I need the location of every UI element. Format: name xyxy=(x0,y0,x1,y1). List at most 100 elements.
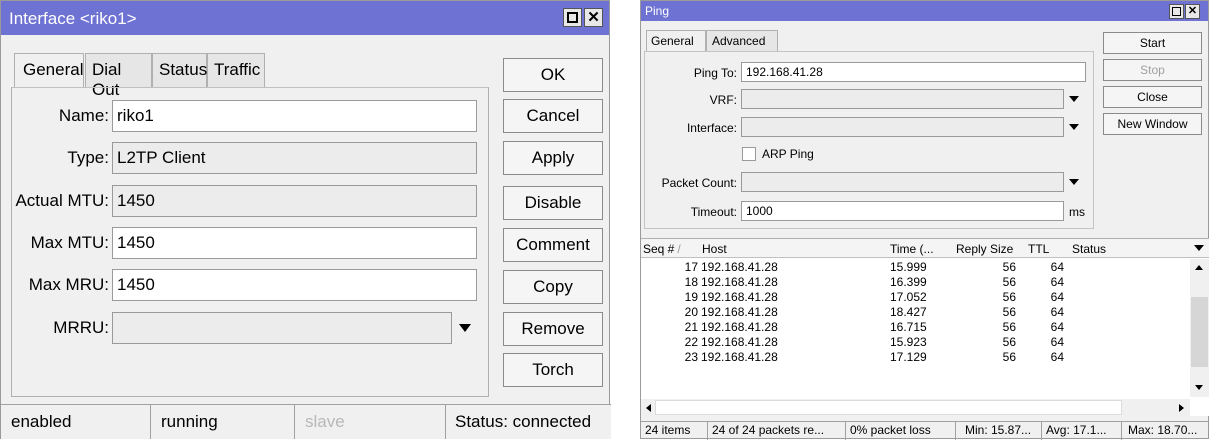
table-row[interactable]: 22 192.168.41.28 15.923 56 64 xyxy=(641,335,1190,350)
vrf-label: VRF: xyxy=(709,93,737,107)
arp-ping-label: ARP Ping xyxy=(762,147,814,161)
chevron-down-icon[interactable] xyxy=(1069,96,1079,102)
cell-ttl: 64 xyxy=(1050,290,1064,304)
col-reply-size[interactable]: Reply Size xyxy=(956,242,1013,256)
timeout-field[interactable]: 1000 xyxy=(741,201,1064,221)
ok-button[interactable]: OK xyxy=(503,58,603,92)
chevron-down-icon[interactable] xyxy=(459,324,471,332)
max-mtu-field[interactable]: 1450 xyxy=(112,227,477,259)
cell-host: 192.168.41.28 xyxy=(701,260,778,274)
name-label: Name: xyxy=(58,106,109,125)
cell-seq: 19 xyxy=(684,290,698,304)
interface-label: Interface: xyxy=(686,121,737,135)
close-icon[interactable]: ✕ xyxy=(1185,4,1200,19)
col-ttl[interactable]: TTL xyxy=(1028,242,1049,256)
tab-status[interactable]: Status xyxy=(152,53,207,87)
col-seq[interactable]: Seq # / xyxy=(643,242,681,256)
new-window-button[interactable]: New Window xyxy=(1103,113,1202,135)
col-time[interactable]: Time (... xyxy=(890,242,934,256)
table-row[interactable]: 21 192.168.41.28 16.715 56 64 xyxy=(641,320,1190,335)
type-field: L2TP Client xyxy=(112,142,477,174)
chevron-down-icon[interactable] xyxy=(1194,245,1204,251)
chevron-down-icon[interactable] xyxy=(1069,124,1079,130)
table-row[interactable]: 20 192.168.41.28 18.427 56 64 xyxy=(641,305,1190,320)
type-label: Type: xyxy=(67,148,109,167)
table-row[interactable]: 18 192.168.41.28 16.399 56 64 xyxy=(641,275,1190,290)
status-enabled: enabled xyxy=(1,405,151,439)
interface-titlebar[interactable]: Interface <riko1> ✕ xyxy=(1,1,609,35)
maximize-icon[interactable] xyxy=(563,8,582,27)
cell-time: 17.052 xyxy=(890,290,927,304)
copy-button[interactable]: Copy xyxy=(503,270,603,304)
status-loss: 0% packet loss xyxy=(846,422,956,440)
cell-time: 16.399 xyxy=(890,275,927,289)
cell-size: 56 xyxy=(1002,320,1016,334)
cell-seq: 21 xyxy=(684,320,698,334)
vrf-dropdown[interactable] xyxy=(741,89,1064,109)
window-title: Interface <riko1> xyxy=(9,9,137,28)
scroll-right-icon[interactable] xyxy=(1179,404,1184,412)
cell-seq: 18 xyxy=(684,275,698,289)
cell-host: 192.168.41.28 xyxy=(701,320,778,334)
start-button[interactable]: Start xyxy=(1103,32,1202,54)
close-button[interactable]: Close xyxy=(1103,86,1202,108)
cell-host: 192.168.41.28 xyxy=(701,275,778,289)
status-items: 24 items xyxy=(641,422,708,440)
status-bar: enabled running slave Status: connected xyxy=(1,404,611,439)
maximize-icon[interactable] xyxy=(1169,4,1184,19)
disable-button[interactable]: Disable xyxy=(503,186,603,220)
actual-mtu-field: 1450 xyxy=(112,185,477,217)
cell-seq: 23 xyxy=(684,350,698,364)
cancel-button[interactable]: Cancel xyxy=(503,99,603,133)
max-mtu-label: Max MTU: xyxy=(30,233,109,252)
scroll-left-icon[interactable] xyxy=(646,404,651,412)
packet-count-dropdown[interactable] xyxy=(741,172,1064,192)
col-status[interactable]: Status xyxy=(1072,242,1106,256)
scroll-thumb-h[interactable] xyxy=(655,400,1122,415)
cell-size: 56 xyxy=(1002,335,1016,349)
close-icon[interactable]: ✕ xyxy=(584,8,603,27)
name-field[interactable]: riko1 xyxy=(112,100,477,132)
ping-to-field[interactable]: 192.168.41.28 xyxy=(741,62,1086,82)
ping-titlebar[interactable]: Ping ✕ xyxy=(641,1,1208,21)
scroll-up-icon[interactable] xyxy=(1195,265,1203,270)
apply-button[interactable]: Apply xyxy=(503,141,603,175)
status-bar: 24 items 24 of 24 packets re... 0% packe… xyxy=(641,421,1209,440)
cell-size: 56 xyxy=(1002,350,1016,364)
table-row[interactable]: 17 192.168.41.28 15.999 56 64 xyxy=(641,260,1190,275)
comment-button[interactable]: Comment xyxy=(503,228,603,262)
horizontal-scrollbar[interactable] xyxy=(641,399,1190,416)
vertical-scrollbar[interactable] xyxy=(1190,259,1209,397)
cell-ttl: 64 xyxy=(1050,320,1064,334)
status-slave: slave xyxy=(295,405,446,439)
cell-ttl: 64 xyxy=(1050,335,1064,349)
table-row[interactable]: 23 192.168.41.28 17.129 56 64 xyxy=(641,350,1190,365)
status-avg: Avg: 17.1... xyxy=(1042,422,1122,440)
ping-window: Ping ✕ General Advanced Ping To: 192.168… xyxy=(640,0,1209,440)
cell-size: 56 xyxy=(1002,260,1016,274)
cell-seq: 17 xyxy=(684,260,698,274)
tab-dial-out[interactable]: Dial Out xyxy=(85,53,152,99)
remove-button[interactable]: Remove xyxy=(503,312,603,346)
mrru-dropdown[interactable] xyxy=(112,312,452,344)
tab-general[interactable]: General xyxy=(646,30,706,51)
tab-traffic[interactable]: Traffic xyxy=(207,53,265,87)
actual-mtu-label: Actual MTU: xyxy=(15,191,109,210)
timeout-unit: ms xyxy=(1069,205,1085,219)
interface-dropdown[interactable] xyxy=(741,117,1064,137)
torch-button[interactable]: Torch xyxy=(503,353,603,387)
chevron-down-icon[interactable] xyxy=(1069,179,1079,185)
status-connected: Status: connected xyxy=(455,412,592,431)
scroll-thumb[interactable] xyxy=(1191,297,1208,367)
max-mru-field[interactable]: 1450 xyxy=(112,269,477,301)
cell-host: 192.168.41.28 xyxy=(701,350,778,364)
col-host[interactable]: Host xyxy=(702,242,727,256)
scroll-down-icon[interactable] xyxy=(1195,385,1203,390)
status-running: running xyxy=(151,405,295,439)
table-row[interactable]: 19 192.168.41.28 17.052 56 64 xyxy=(641,290,1190,305)
arp-ping-checkbox[interactable] xyxy=(742,147,756,161)
tab-advanced[interactable]: Advanced xyxy=(706,30,778,51)
stop-button[interactable]: Stop xyxy=(1103,59,1202,81)
tab-general[interactable]: General xyxy=(14,53,84,87)
cell-ttl: 64 xyxy=(1050,275,1064,289)
